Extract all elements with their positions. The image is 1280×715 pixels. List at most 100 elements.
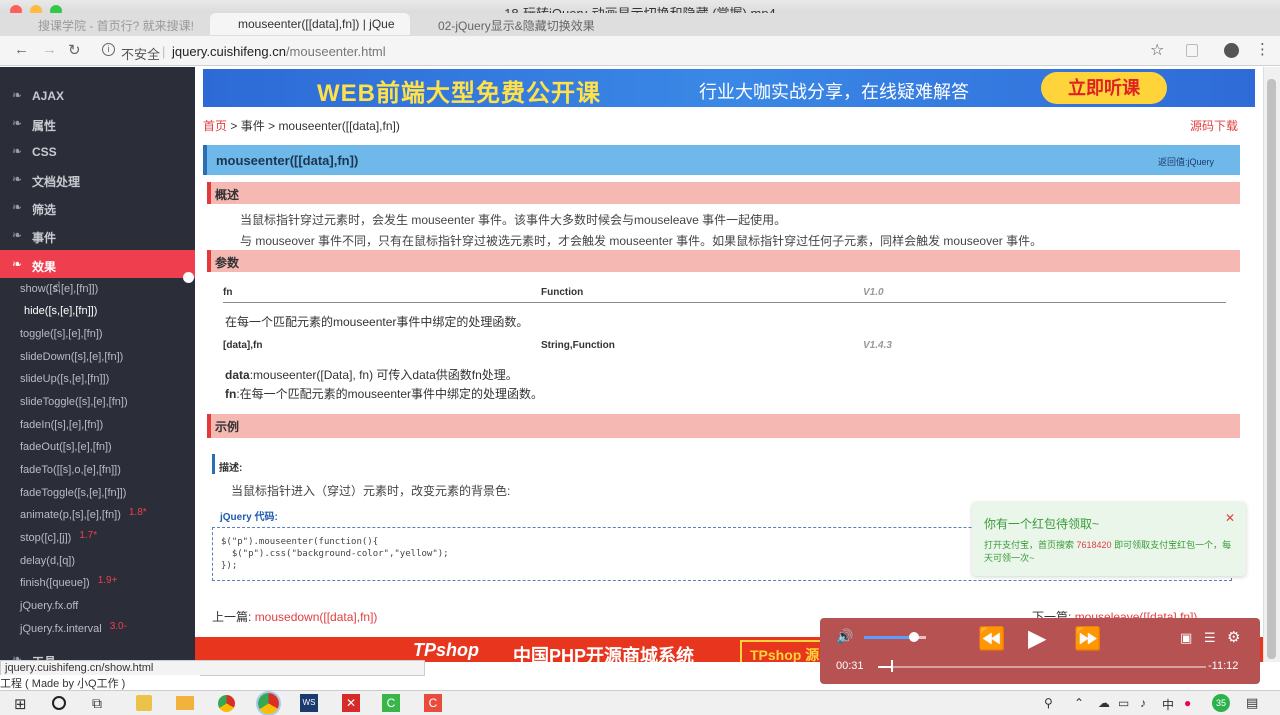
jquery-code-label: jQuery 代码: [220, 512, 278, 523]
sidebar-item-delay[interactable]: delay(d,[q]) [20, 555, 75, 567]
url-input[interactable]: jquery.cuishifeng.cn/mouseenter.html [172, 44, 386, 59]
search-icon[interactable] [52, 696, 66, 710]
menu-dots-icon[interactable]: ⋮ [1255, 40, 1270, 58]
sidebar-cat-dom[interactable]: ❧ 文档处理 [0, 165, 195, 193]
sidebar-cat-ajax[interactable]: ❧ AJAX [0, 81, 195, 109]
tab-jquery-toggle[interactable]: 02-jQuery显示&隐藏切换效果 [410, 13, 610, 35]
breadcrumb: 首页 > 事件 > mouseenter([[data],fn]) [203, 117, 400, 134]
chrome-active-icon[interactable] [258, 693, 279, 714]
param-version: V1.4.3 [863, 340, 892, 351]
ime-indicator[interactable]: 中 [1162, 696, 1174, 713]
leaf-icon: ❧ [12, 200, 23, 214]
sidebar-item-fadetoggle[interactable]: fadeToggle([s,[e],[fn]]) [20, 487, 126, 499]
task-view-icon[interactable]: ⧉ [92, 695, 102, 712]
param-name: fn [223, 287, 233, 298]
toast-title: 你有一个红包待领取~ [984, 517, 1100, 531]
sidebar-item-toggle[interactable]: toggle([s],[e],[fn]) [20, 328, 103, 340]
bookmark-star-icon[interactable]: ☆ [1150, 40, 1164, 60]
profile-avatar-icon[interactable] [1224, 43, 1239, 58]
progress-knob[interactable] [891, 660, 894, 672]
tab-mouseenter[interactable]: mouseenter([[data],fn]) | jQue [210, 13, 410, 35]
source-download-link[interactable]: 源码下载 [1190, 117, 1238, 134]
sidebar-cat-filter[interactable]: ❧ 筛选 [0, 193, 195, 221]
volume-tray-icon[interactable]: ♪ [1140, 696, 1146, 710]
video-player-controls: 🔊 ⏪ ▶ ⏩ ▣ ☰ ⚙ 00:31 -11:12 [820, 618, 1260, 684]
toast-close-icon[interactable]: ✕ [1225, 511, 1235, 525]
rewind-icon[interactable]: ⏪ [978, 626, 1005, 652]
people-icon[interactable]: ⚲ [1044, 696, 1053, 710]
playlist-icon[interactable]: ☰ [1204, 630, 1216, 646]
sidebar-item-fadeout[interactable]: fadeOut([s],[e],[fn]) [20, 441, 112, 453]
windows-taskbar: ⊞ ⧉ WS ✕ C C ⚲ ⌃ ☁ ▭ ♪ 中 ● 35 ▤ [0, 690, 1280, 715]
version-badge: 1.7* [79, 530, 98, 541]
param-row-fn: fn Function V1.0 [223, 287, 1226, 303]
breadcrumb-events-link[interactable]: 事件 [241, 119, 265, 133]
param-name: [data],fn [223, 340, 263, 351]
sidebar-item-slideup[interactable]: slideUp([s,[e],[fn]]) [20, 373, 109, 385]
leaf-icon: ❧ [12, 257, 23, 271]
volume-icon[interactable]: 🔊 [836, 628, 853, 645]
sidebar-cat-attributes[interactable]: ❧ 属性 [0, 109, 195, 137]
extension-icon[interactable] [1186, 44, 1198, 57]
sidebar-item-finish[interactable]: finish([queue]) 1.9+ [20, 575, 117, 589]
tab-souke[interactable]: 搜课学院 - 首页行? 就来搜课! [10, 13, 210, 35]
notification-badge[interactable]: 35 [1212, 694, 1230, 712]
return-value-link[interactable]: 返回值:jQuery [1158, 155, 1214, 168]
prev-article-link[interactable]: mousedown([[data],fn]) [255, 610, 378, 624]
webstorm-icon[interactable]: WS [300, 694, 318, 712]
antivirus-icon[interactable]: ● [1184, 696, 1191, 710]
sidebar-cat-effects[interactable]: ❧ 效果 [0, 250, 195, 278]
breadcrumb-current: mouseenter([[data],fn]) [278, 119, 400, 133]
camtasia-icon[interactable]: C [382, 694, 400, 712]
sidebar-cat-events[interactable]: ❧ 事件 [0, 221, 195, 249]
section-example: 示例 [207, 414, 1240, 438]
sidebar-item-hide[interactable]: hide([s,[e],[fn]]) [24, 305, 97, 317]
sidebar-cat-css[interactable]: ❧ CSS [0, 137, 195, 165]
footer-tag: TPshop 源 [740, 640, 830, 662]
sidebar-item-animate[interactable]: animate(p,[s],[e],[fn]) 1.8* [20, 507, 147, 521]
pip-icon[interactable]: ▣ [1180, 630, 1192, 646]
sidebar-item-fx-off[interactable]: jQuery.fx.off [20, 600, 78, 612]
notepad-app-icon[interactable] [136, 695, 152, 711]
top-ad-banner[interactable]: WEB前端大型免费公开课 行业大咖实战分享，在线疑难解答 立即听课 [203, 69, 1255, 107]
file-explorer-icon[interactable] [176, 696, 194, 710]
forward-icon[interactable]: → [42, 41, 57, 58]
action-center-icon[interactable]: ▤ [1246, 695, 1258, 711]
back-icon[interactable]: ← [14, 41, 29, 58]
windows-start-icon[interactable]: ⊞ [14, 695, 27, 713]
leaf-icon: ❧ [12, 144, 23, 158]
overview-text-1: 当鼠标指针穿过元素时，会发生 mouseenter 事件。该事件大多数时候会与m… [240, 213, 787, 227]
sidebar-item-stop[interactable]: stop([c],[j]) 1.7* [20, 530, 98, 544]
sidebar-item-slidetoggle[interactable]: slideToggle([s],[e],[fn]) [20, 396, 128, 408]
breadcrumb-home-link[interactable]: 首页 [203, 119, 227, 133]
tray-chevron-icon[interactable]: ⌃ [1074, 696, 1084, 710]
sidebar-item-fx-interval[interactable]: jQuery.fx.interval 3.0- [20, 621, 127, 635]
sidebar-item-fadeto[interactable]: fadeTo([[s],o,[e],[fn]]) [20, 464, 121, 476]
volume-knob[interactable] [908, 632, 919, 642]
chrome-app-icon[interactable] [218, 695, 235, 712]
network-icon[interactable]: ▭ [1118, 696, 1129, 710]
overview-text-2: 与 mouseover 事件不同，只有在鼠标指针穿过被选元素时，才会触发 mou… [240, 234, 1043, 248]
info-icon[interactable]: i [102, 43, 115, 56]
recorder-icon[interactable]: C [424, 694, 442, 712]
sidebar-item-fadein[interactable]: fadeIn([s],[e],[fn]) [20, 419, 103, 431]
play-icon[interactable]: ▶ [1028, 624, 1046, 653]
footer-brand: TPshop [413, 640, 479, 660]
cloud-icon[interactable]: ☁ [1098, 696, 1110, 710]
prev-article: 上一篇: mousedown([[data],fn]) [212, 608, 377, 625]
scrollbar-thumb[interactable] [1267, 79, 1276, 659]
leaf-icon: ❧ [12, 228, 23, 242]
progress-track[interactable] [878, 666, 1206, 668]
param-version: V1.0 [863, 287, 884, 298]
param-type: Function [541, 287, 584, 298]
page-scrollbar[interactable] [1263, 67, 1280, 662]
banner-cta-button[interactable]: 立即听课 [1041, 72, 1167, 104]
settings-gear-icon[interactable]: ⚙ [1227, 628, 1240, 646]
param-fn-desc-2: fn:在每一个匹配元素的mouseenter事件中绑定的处理函数。 [225, 387, 544, 401]
breadcrumb-sep: > [268, 119, 276, 133]
sidebar-item-slidedown[interactable]: slideDown([s],[e],[fn]) [20, 351, 123, 363]
fast-forward-icon[interactable]: ⏩ [1074, 626, 1101, 652]
xmind-icon[interactable]: ✕ [342, 694, 360, 712]
sidebar-scroll-handle[interactable] [183, 272, 194, 283]
reload-icon[interactable]: ↻ [68, 41, 81, 59]
